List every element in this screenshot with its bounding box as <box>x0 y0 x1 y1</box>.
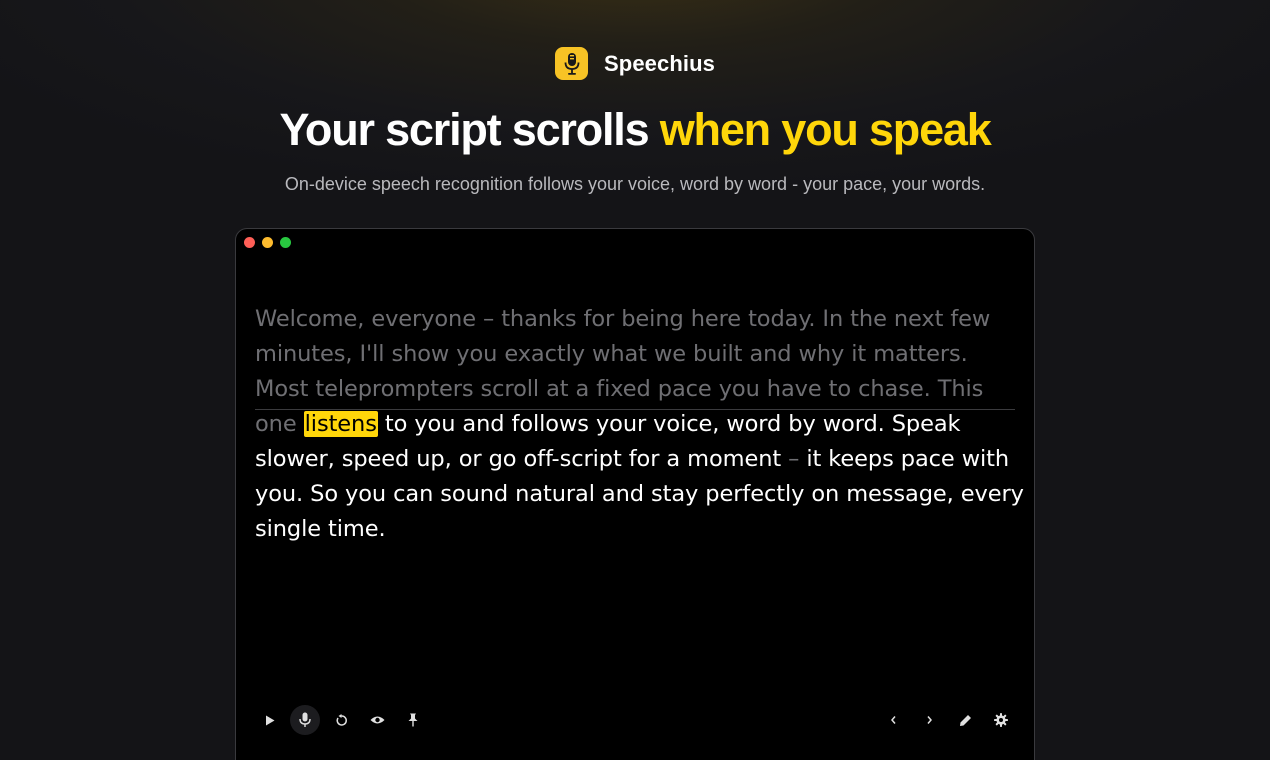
window-controls <box>244 237 291 248</box>
chevron-right-icon <box>926 716 932 724</box>
title-highlight: when you speak <box>659 104 992 155</box>
preview-button[interactable] <box>362 705 392 735</box>
next-button[interactable] <box>914 705 944 735</box>
edit-button[interactable] <box>950 705 980 735</box>
gear-icon <box>994 713 1008 727</box>
minimize-window-button[interactable] <box>262 237 273 248</box>
teleprompter-window: Welcome, everyone – thanks for being her… <box>235 228 1035 760</box>
pencil-icon <box>959 714 971 726</box>
eye-icon <box>370 716 384 724</box>
play-icon <box>266 715 275 725</box>
brand-name: Speechius <box>604 50 715 76</box>
page-subtitle: On-device speech recognition follows you… <box>284 174 986 194</box>
teleprompter-toolbar <box>236 705 1034 735</box>
pin-button[interactable] <box>398 705 428 735</box>
pin-icon <box>408 713 418 727</box>
page-title: Your script scrolls when you speak <box>0 104 1270 156</box>
close-window-button[interactable] <box>244 237 255 248</box>
script-text: Welcome, everyone – thanks for being her… <box>255 302 1025 547</box>
chevron-left-icon <box>890 716 896 724</box>
script-dash: – <box>788 446 800 472</box>
microphone-button[interactable] <box>290 705 320 735</box>
previous-button[interactable] <box>878 705 908 735</box>
restart-button[interactable] <box>326 705 356 735</box>
settings-button[interactable] <box>986 705 1016 735</box>
microphone-icon <box>299 712 311 727</box>
zoom-window-button[interactable] <box>280 237 291 248</box>
script-current-word: listens <box>303 411 378 437</box>
microphone-icon <box>555 47 589 80</box>
brand-header: Speechius <box>0 47 1270 80</box>
play-button[interactable] <box>255 705 285 735</box>
restart-icon <box>336 713 347 726</box>
title-part-1: Your script scrolls <box>279 104 649 155</box>
